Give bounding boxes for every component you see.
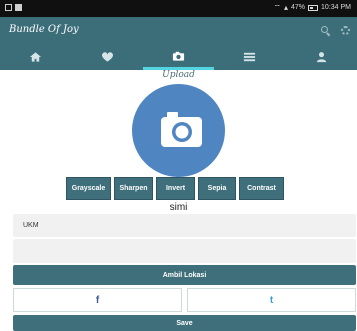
settings-icon[interactable] [341, 26, 351, 36]
tab-bar [0, 44, 357, 70]
signal-icon: ▴ [284, 3, 289, 12]
social-buttons: f t [13, 288, 356, 312]
twitter-share-button[interactable]: t [187, 288, 356, 312]
facebook-share-button[interactable]: f [13, 288, 182, 312]
sepia-button[interactable]: Sepia [198, 177, 236, 200]
photo-caption: simi [169, 202, 188, 213]
list-icon [244, 52, 256, 62]
profile-icon [316, 52, 326, 63]
status-right: ⌔ ▴ 47% 10:34 PM [273, 4, 351, 12]
sharpen-button[interactable]: Sharpen [114, 177, 153, 200]
home-icon [30, 52, 42, 62]
location-field[interactable]: UKM [13, 214, 356, 237]
message-icon [15, 4, 22, 11]
contrast-button[interactable]: Contrast [239, 177, 284, 200]
tab-home[interactable] [0, 44, 71, 70]
twitter-icon: t [269, 294, 274, 306]
notification-icon [5, 4, 12, 11]
wifi-icon: ⌔ [273, 3, 281, 12]
location-field-value: UKM [23, 222, 39, 229]
tab-profile[interactable] [286, 44, 357, 70]
camera-icon [161, 112, 202, 147]
tab-favorites[interactable] [71, 44, 142, 70]
status-bar: ⌔ ▴ 47% 10:34 PM [0, 0, 357, 17]
app-bar: Bundle Of Joy [0, 17, 357, 44]
upload-photo-button[interactable] [132, 84, 225, 177]
app-title: Bundle Of Joy [9, 24, 79, 35]
description-field[interactable] [13, 239, 356, 263]
battery-icon [308, 5, 319, 11]
tab-list[interactable] [214, 44, 285, 70]
camera-icon [172, 51, 185, 61]
status-time: 10:34 PM [321, 4, 351, 11]
tab-camera[interactable] [142, 44, 215, 70]
save-button[interactable]: Save [13, 315, 356, 331]
get-location-button[interactable]: Ambil Lokasi [13, 265, 356, 285]
heart-icon [101, 52, 113, 62]
facebook-icon: f [95, 294, 100, 306]
filter-buttons: Grayscale Sharpen Invert Sepia Contrast [66, 177, 284, 200]
battery-percent: 47% [291, 4, 306, 11]
search-icon[interactable] [321, 26, 331, 37]
grayscale-button[interactable]: Grayscale [66, 177, 111, 200]
notification-icons [5, 4, 22, 11]
upload-label: Upload [162, 70, 195, 80]
invert-button[interactable]: Invert [156, 177, 195, 200]
